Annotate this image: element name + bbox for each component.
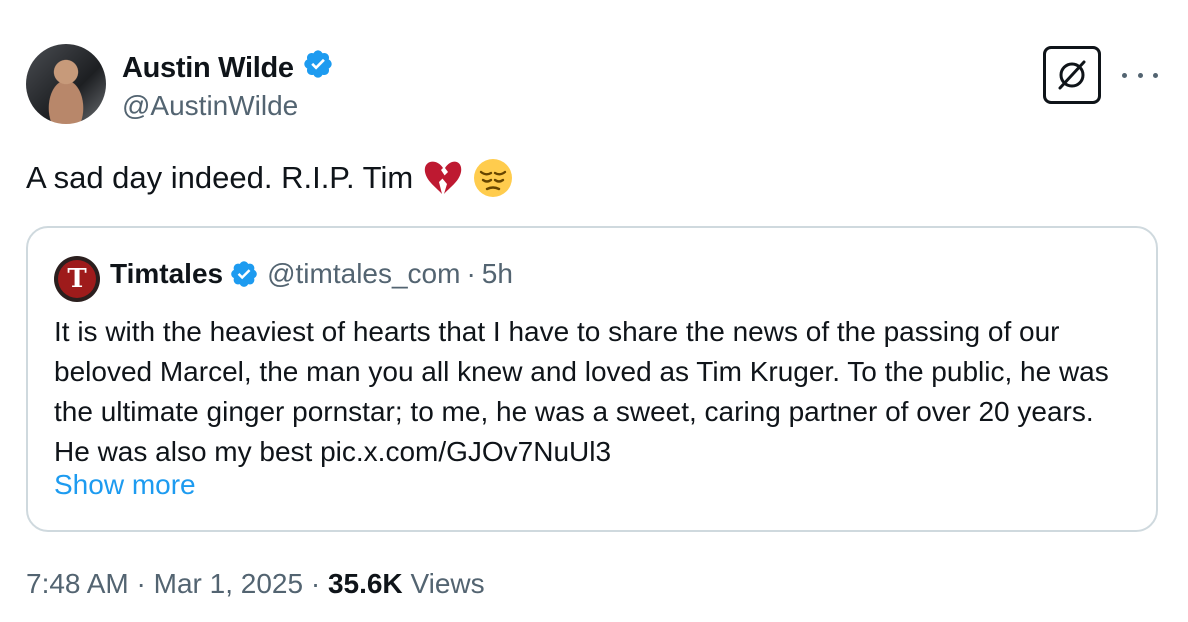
views-label[interactable]: Views — [410, 568, 484, 599]
quoted-author-handle[interactable]: @timtales_com — [267, 258, 460, 290]
show-more-link[interactable]: Show more — [54, 469, 196, 501]
quoted-tweet-body: It is with the heaviest of hearts that I… — [54, 316, 1109, 467]
tweet-date[interactable]: Mar 1, 2025 — [154, 568, 303, 599]
broken-heart-emoji-icon — [423, 160, 463, 196]
verified-badge-icon — [302, 48, 334, 88]
grok-icon — [1058, 60, 1086, 90]
tweet-text: A sad day indeed. R.I.P. Tim — [26, 158, 513, 198]
tweet-meta: 7:48 AM · Mar 1, 2025 · 35.6K Views — [26, 568, 485, 600]
meta-separator-1: · — [136, 568, 146, 599]
grok-button[interactable] — [1043, 46, 1101, 104]
quoted-tweet-card[interactable]: T Timtales @timtales_com · 5h It is with… — [26, 226, 1158, 532]
quoted-tweet-header: Timtales @timtales_com · 5h — [110, 258, 513, 290]
author-handle[interactable]: @AustinWilde — [122, 90, 298, 122]
more-options-icon[interactable] — [1122, 60, 1158, 90]
author-name-text[interactable]: Austin Wilde — [122, 52, 294, 85]
author-name[interactable]: Austin Wilde — [122, 48, 334, 88]
views-count[interactable]: 35.6K — [328, 568, 403, 599]
quoted-avatar-letter: T — [58, 260, 96, 298]
meta-separator-2: · — [310, 568, 321, 599]
quoted-author-name[interactable]: Timtales — [110, 258, 223, 290]
tweet-time[interactable]: 7:48 AM — [26, 568, 129, 599]
tweet-text-body: A sad day indeed. R.I.P. Tim — [26, 160, 414, 195]
author-avatar[interactable] — [26, 44, 106, 124]
pensive-face-emoji-icon — [473, 158, 513, 198]
quoted-tweet-age[interactable]: 5h — [482, 258, 513, 290]
quoted-separator: · — [466, 258, 476, 289]
quoted-verified-badge-icon — [229, 259, 259, 289]
quoted-author-avatar[interactable]: T — [54, 256, 100, 302]
